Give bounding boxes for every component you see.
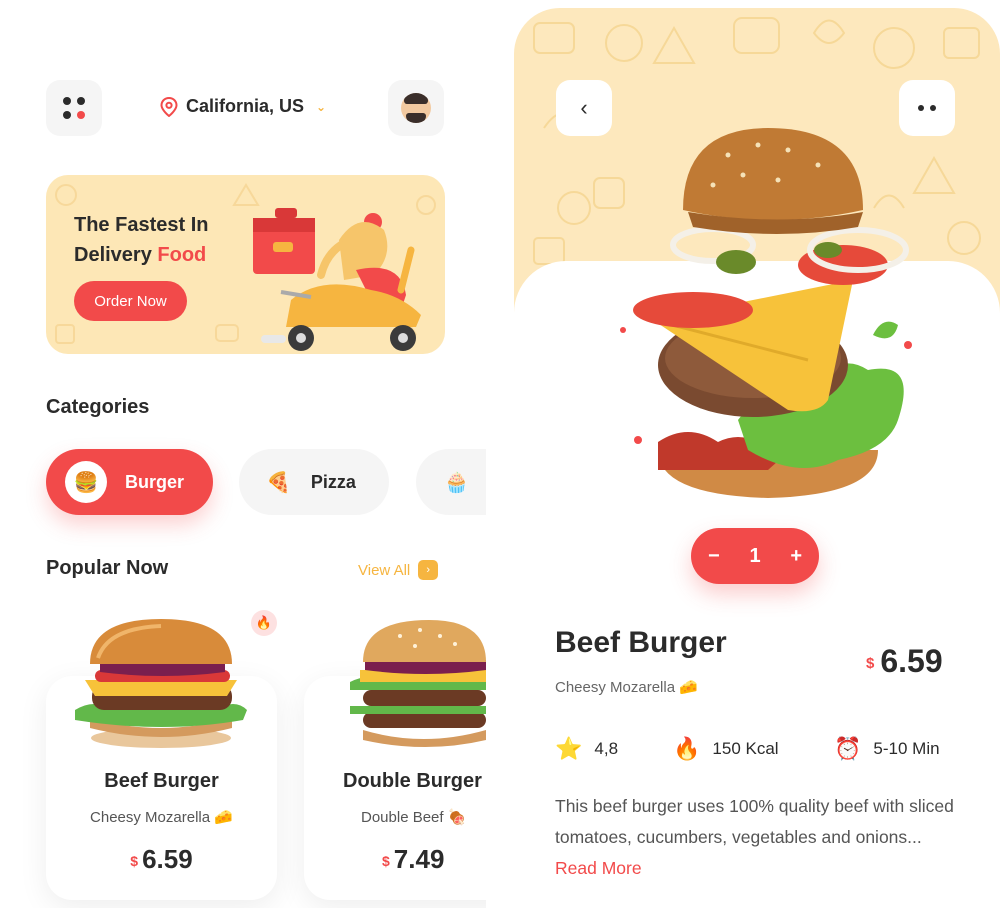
- burger-icon: 🍔: [65, 461, 107, 503]
- pizza-icon: 🍕: [266, 471, 291, 494]
- product-subtitle-text: Cheesy Mozarella: [555, 679, 676, 696]
- quantity-value: 1: [749, 544, 761, 567]
- location-selector[interactable]: California, US ⌄: [160, 96, 326, 117]
- dot-icon: [918, 105, 924, 111]
- promo-title: The Fastest In Delivery Food: [74, 210, 244, 270]
- location-label: California, US: [186, 96, 305, 116]
- minus-button[interactable]: −: [708, 545, 720, 568]
- chevron-right-icon: ›: [418, 560, 439, 580]
- chevron-down-icon: ⌄: [316, 99, 327, 114]
- price-value: 6.59: [142, 844, 193, 874]
- food-subtitle-text: Cheesy Mozarella: [90, 809, 211, 826]
- category-burger[interactable]: 🍔 Burger: [46, 449, 213, 515]
- description-text: This beef burger uses 100% quality beef …: [555, 796, 954, 847]
- location-pin-icon: [160, 96, 178, 117]
- product-title: Beef Burger: [555, 626, 727, 659]
- fire-icon: 🔥: [255, 615, 273, 630]
- user-avatar-icon: [401, 93, 431, 123]
- delivery-scooter-illustration: [253, 208, 421, 351]
- promo-title-line1: The Fastest In: [74, 214, 209, 236]
- promo-banner: The Fastest In Delivery Food Order Now: [46, 175, 445, 354]
- view-all-label: View All: [358, 561, 411, 579]
- calories-stat: 🔥 150 Kcal: [673, 736, 779, 762]
- profile-button[interactable]: [388, 80, 444, 136]
- food-name: Beef Burger: [104, 770, 219, 792]
- chevron-left-icon: ‹: [580, 95, 588, 120]
- promo-title-line2: Delivery Food: [74, 240, 244, 270]
- order-now-button[interactable]: Order Now: [74, 281, 187, 321]
- food-subtitle: Cheesy Mozarella 🧀: [46, 808, 277, 826]
- cheese-icon: 🧀: [679, 679, 698, 696]
- product-description: This beef burger uses 100% quality beef …: [555, 791, 965, 884]
- currency-symbol: $: [866, 655, 875, 673]
- promo-title-plain: Delivery: [74, 244, 158, 266]
- product-subtitle: Cheesy Mozarella 🧀: [555, 678, 698, 696]
- product-stats: ⭐ 4,8 🔥 150 Kcal ⏰ 5-10 Min: [555, 736, 955, 768]
- categories-title: Categories: [46, 396, 150, 418]
- read-more-link[interactable]: Read More: [555, 858, 642, 878]
- food-name: Double Burger: [343, 770, 482, 792]
- food-subtitle-text: Double Beef: [361, 809, 444, 826]
- cheese-icon: 🧀: [214, 809, 233, 826]
- category-pizza-label: Pizza: [310, 471, 356, 492]
- promo-title-accent: Food: [157, 244, 207, 266]
- food-price: $7.49: [382, 844, 486, 875]
- exploded-burger-image: [620, 128, 912, 498]
- double-burger-image: [350, 620, 486, 747]
- category-cupcake[interactable]: 🧁: [416, 449, 486, 515]
- dot-icon: [930, 105, 936, 111]
- fire-icon: 🔥: [673, 736, 701, 761]
- menu-dots-icon: [63, 97, 85, 119]
- beef-burger-image: [75, 619, 247, 748]
- back-button[interactable]: ‹: [556, 80, 612, 136]
- product-detail-screen: ‹ − 1 + Beef Burger $6.59 Cheesy Mozarel…: [514, 8, 1000, 908]
- price-value: 6.59: [880, 643, 943, 679]
- currency-symbol: $: [130, 853, 139, 870]
- alarm-clock-icon: ⏰: [834, 736, 862, 761]
- cupcake-icon: 🧁: [444, 471, 469, 494]
- product-price: $6.59: [866, 643, 943, 680]
- popular-now-title: Popular Now: [46, 557, 169, 579]
- time-value: 5-10 Min: [873, 739, 940, 758]
- price-value: 7.49: [393, 844, 445, 874]
- time-stat: ⏰ 5-10 Min: [834, 736, 940, 762]
- category-pizza[interactable]: 🍕 Pizza: [239, 449, 389, 515]
- currency-symbol: $: [382, 853, 390, 870]
- category-burger-label: Burger: [125, 471, 185, 492]
- star-icon: ⭐: [555, 736, 583, 761]
- rating-value: 4,8: [594, 739, 619, 758]
- quantity-stepper[interactable]: − 1 +: [691, 528, 819, 584]
- food-subtitle: Double Beef 🍖: [361, 808, 486, 826]
- calories-value: 150 Kcal: [712, 739, 779, 758]
- menu-button[interactable]: [46, 80, 102, 136]
- view-all-link[interactable]: View All ›: [358, 560, 439, 580]
- hot-badge: 🔥: [251, 610, 277, 636]
- rating-stat: ⭐ 4,8: [555, 736, 618, 762]
- meat-icon: 🍖: [447, 809, 467, 826]
- food-price: $6.59: [46, 844, 277, 875]
- home-screen: California, US ⌄ The Fastest In Delivery…: [0, 0, 486, 908]
- plus-button[interactable]: +: [790, 545, 802, 568]
